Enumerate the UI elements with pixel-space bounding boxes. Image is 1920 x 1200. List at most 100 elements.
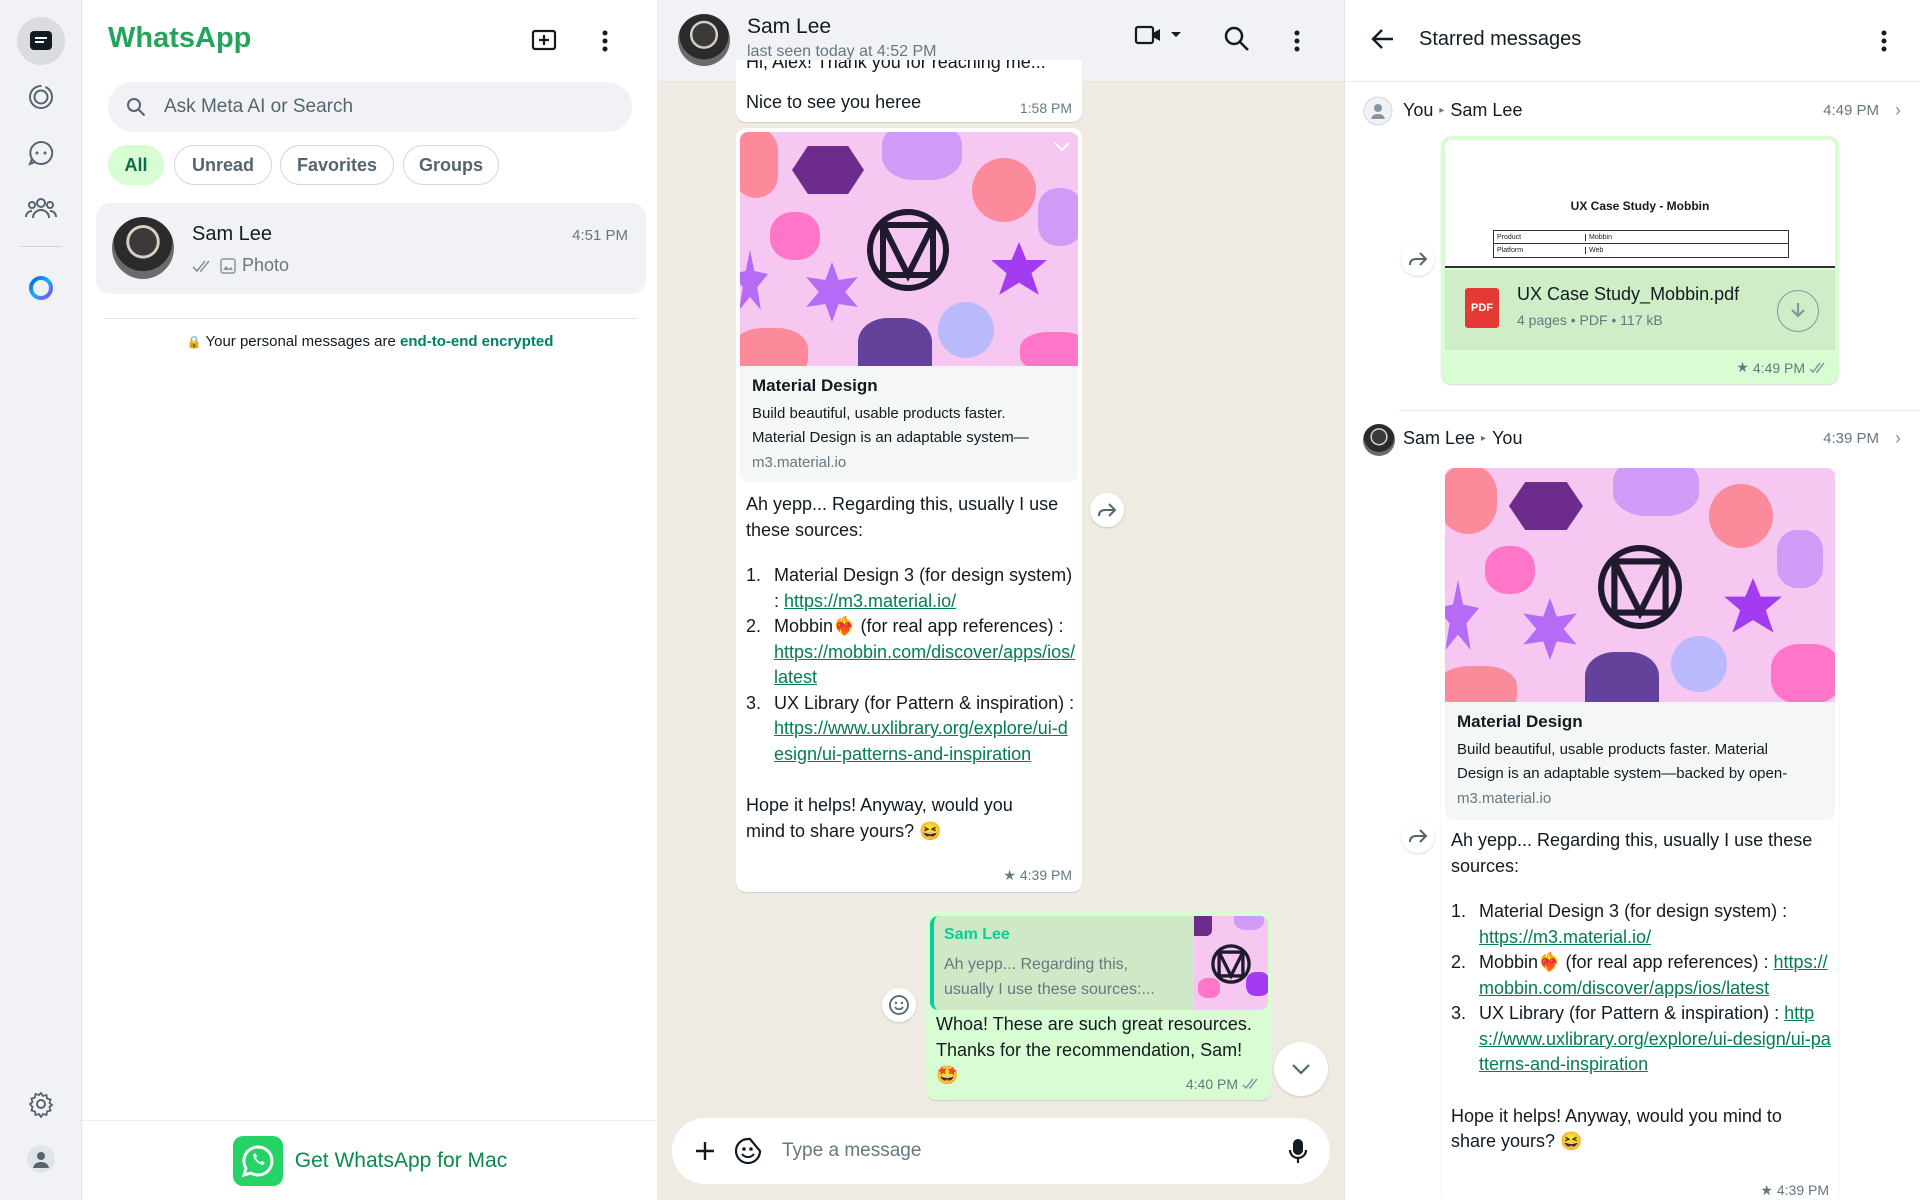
encryption-prefix: Your personal messages are [205,333,401,350]
meta-ai-nav-button[interactable] [17,264,65,312]
conversation-panel: Sam Lee last seen today at 4:52 PM Hi, A… [658,0,1344,1200]
get-app-label: Get WhatsApp for Mac [294,1148,508,1172]
forward-button[interactable] [1401,242,1435,276]
search-icon [1224,26,1249,51]
document-thumbnail-table: Product Mobbin Platform Web [1493,230,1789,258]
whatsapp-logo-icon [232,1135,283,1186]
whatsapp-window: WhatsApp All Unread Favorites Groups Sam… [0,0,1920,1200]
starred-message-bubble[interactable]: Material Design Build beautiful, usable … [1441,464,1839,1200]
header-avatar[interactable] [678,14,730,66]
link-preview-title: Material Design [1457,712,1583,731]
message-body: Ah yepp... Regarding this, usually I use… [746,492,1076,844]
starred-item-header[interactable]: Sam Lee ▸ You 4:39 PM › [1363,424,1903,458]
channels-icon [28,140,54,166]
quoted-message[interactable]: Sam Lee Ah yepp... Regarding this, usual… [930,916,1268,1010]
list-item: 1. Material Design 3 (for design system) … [1451,901,1788,947]
starred-menu-button[interactable] [1881,30,1887,52]
message-bubble-outgoing: Sam Lee Ah yepp... Regarding this, usual… [926,912,1272,1100]
chat-preview-text: Photo [242,255,290,275]
message-time: 1:58 PM [1019,100,1072,116]
quoted-thumbnail [1194,916,1268,1010]
status-nav-button[interactable] [17,73,65,121]
chevron-down-icon [1171,32,1181,37]
starred-item-header[interactable]: You ▸ Sam Lee 4:49 PM › [1363,96,1903,126]
source-link[interactable]: https://m3.material.io/ [784,591,956,611]
search-chat-button[interactable] [1224,26,1250,52]
starred-from: Sam Lee [1403,428,1476,448]
forward-icon [1409,252,1428,266]
rail-divider [20,246,62,247]
scroll-to-bottom-button[interactable] [1274,1042,1328,1096]
search-bar[interactable] [108,82,632,132]
document-file-name: UX Case Study_Mobbin.pdf [1517,284,1740,304]
header-contact-name[interactable]: Sam Lee [747,15,831,39]
starred-messages-panel: Starred messages You ▸ Sam Lee 4:49 PM › U… [1344,0,1920,1200]
starred-time: 4:49 PM [1823,102,1879,119]
channels-nav-button[interactable] [17,129,65,177]
encryption-note: 🔒 Your personal messages are end-to-end … [82,333,658,350]
encryption-link[interactable]: end-to-end encrypted [400,333,553,350]
source-link[interactable]: https://mobbin.com/discover/apps/ios/lat… [774,642,1075,688]
gear-icon [28,1091,54,1118]
forward-button[interactable] [1090,493,1124,527]
source-link[interactable]: https://www.uxlibrary.org/explore/ui-des… [774,718,1068,764]
message-bubble-incoming: Hi, Alex! Thank you for reaching me... N… [736,60,1082,122]
download-button[interactable] [1777,290,1819,332]
message-meta: ★ 4:39 PM [1003,867,1072,883]
new-chat-button[interactable] [524,20,566,62]
source-link[interactable]: https://m3.material.io/ [1479,927,1651,947]
sticker-icon [734,1137,762,1165]
search-icon [127,98,146,117]
conversation-menu-button[interactable] [1294,30,1300,52]
message-outro: Hope it helps! Anyway, would you mind to… [746,795,1013,841]
video-call-button[interactable] [1134,24,1182,46]
starred-divider [1399,410,1920,411]
message-intro: Ah yepp... Regarding this, usually I use… [746,494,1059,540]
chat-row-sam-lee[interactable]: Sam Lee 4:51 PM Photo [96,203,646,294]
double-check-icon [192,260,210,272]
chat-list-menu-button[interactable] [584,20,626,62]
starred-header: Starred messages [1345,0,1920,82]
link-preview-description-line1: Build beautiful, usable products faster. [752,405,1006,422]
link-preview-card[interactable]: Material Design Build beautiful, usable … [740,132,1078,482]
settings-nav-button[interactable] [17,1080,65,1128]
communities-nav-button[interactable] [17,184,65,232]
starred-to: You [1492,428,1523,448]
get-app-banner[interactable]: Get WhatsApp for Mac [82,1120,658,1200]
starred-time: 4:39 PM [1823,430,1879,447]
voice-message-button[interactable] [1288,1137,1308,1165]
filter-groups[interactable]: Groups [403,145,499,185]
document-file-row: PDF UX Case Study_Mobbin.pdf 4 pages • P… [1445,270,1835,350]
message-input[interactable] [782,1140,1262,1162]
chat-list-panel: WhatsApp All Unread Favorites Groups Sam… [82,0,658,1200]
filter-unread[interactable]: Unread [174,145,272,185]
message-text: Nice to see you heree [746,92,922,112]
link-preview-card[interactable]: Material Design Build beautiful, usable … [1445,468,1835,820]
search-input[interactable] [164,96,584,118]
attach-button[interactable] [694,1140,716,1162]
filter-favorites[interactable]: Favorites [280,145,394,185]
forward-button[interactable] [1401,819,1435,853]
profile-nav-button[interactable] [17,1135,65,1183]
list-item: 3. UX Library (for Pattern & inspiration)… [746,692,1075,764]
header-last-seen: last seen today at 4:52 PM [747,43,937,60]
chats-icon [30,31,52,50]
photo-icon [220,257,236,274]
quoted-text: Ah yepp... Regarding this, usually I use… [944,956,1155,998]
message-time: 4:39 PM [1019,867,1072,883]
sticker-button[interactable] [734,1137,762,1165]
starred-document-bubble[interactable]: UX Case Study - Mobbin Product Mobbin Pla… [1441,136,1839,384]
sources-list: 1. Material Design 3 (for design system) … [746,563,1076,767]
message-time: 4:40 PM [1185,1076,1238,1092]
meta-ai-icon [29,276,53,300]
chat-time: 4:51 PM [572,227,628,244]
starred-from: You [1403,100,1434,120]
filter-all[interactable]: All [108,145,164,185]
message-outro: Hope it helps! Anyway, would you mind to… [1451,1105,1782,1152]
react-emoji-button[interactable] [882,988,916,1022]
material-logo-icon [867,209,949,291]
chats-nav-button[interactable] [17,17,65,65]
microphone-icon [1288,1139,1308,1163]
back-button[interactable] [1371,28,1395,50]
starred-to: Sam Lee [1450,100,1523,120]
